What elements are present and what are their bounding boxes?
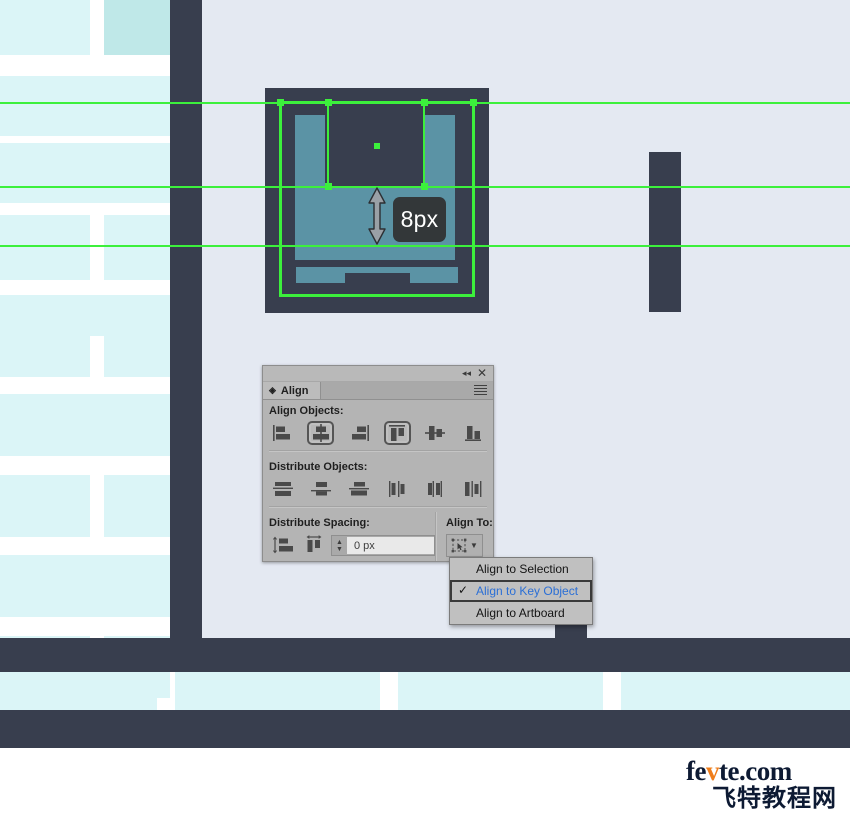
horizontal-distribute-space-button[interactable] [301,533,328,557]
align-to-label: Align To: [446,517,493,529]
wireframe-block [0,315,90,377]
selection-center-point[interactable] [374,143,380,149]
wireframe-block [0,143,170,203]
align-panel[interactable]: ◂◂ ✕ ◈ Align Align Objects: Distribute O… [262,365,494,562]
vertical-distribute-bottom-icon [348,482,369,496]
horizontal-distribute-right-button[interactable] [460,477,487,501]
measurement-badge: 8px [393,197,446,242]
tab-align[interactable]: ◈ Align [263,382,322,399]
wireframe-block [0,76,170,136]
wireframe-block [104,475,170,537]
chevron-down-icon[interactable]: ▼ [470,541,478,550]
horizontal-distribute-center-icon [428,481,443,497]
watermark-site-name: fevte.com [686,758,837,785]
horizontal-align-left-icon [272,425,290,441]
vertical-distribute-center-icon [310,482,331,496]
vertical-align-center-icon [425,426,446,440]
wireframe-block [104,315,170,377]
mock-content-column [649,152,681,312]
vertical-distribute-top-button[interactable] [269,477,296,501]
menu-item-align-to-key-object[interactable]: ✓ Align to Key Object [450,580,592,602]
horizontal-align-right-button[interactable] [345,421,372,445]
align-objects-label: Align Objects: [269,405,344,417]
selection-anchor[interactable] [325,183,332,190]
double-chevron-left-icon[interactable]: ◂◂ [462,368,471,379]
watermark-chinese-name: 飞特教程网 [712,784,837,812]
align-to-dropdown-button[interactable]: ▼ [446,534,483,557]
distribute-spacing-input[interactable]: 0 px [347,537,434,554]
horizontal-align-center-button[interactable] [307,421,335,445]
horizontal-distribute-space-icon [306,535,321,552]
mock-sidebar-column [170,0,202,665]
watermark-text-b: te.com [718,756,792,786]
wireframe-block [0,555,170,617]
selection-guide-left [327,101,329,189]
wireframe-block [0,672,157,710]
tab-align-label: Align [280,384,309,397]
wireframe-block [0,475,90,537]
horizontal-distribute-right-icon [465,481,482,497]
close-icon[interactable]: ✕ [477,366,487,380]
mock-footer-band [0,638,850,672]
distribute-spacing-field[interactable]: ▲ ▼ 0 px [331,535,435,556]
watermark: fevte.com 飞特教程网 [686,758,837,812]
horizontal-distribute-left-button[interactable] [384,477,411,501]
vertical-align-bottom-button[interactable] [460,421,487,445]
vertical-distribute-center-button[interactable] [307,477,334,501]
align-objects-buttons [269,421,487,445]
panel-menu-hamburger-icon[interactable] [474,385,487,397]
mock-bottom-band [0,710,850,748]
distribute-objects-label: Distribute Objects: [269,461,368,473]
horizontal-align-right-icon [351,425,369,441]
align-panel-titlebar: ◂◂ ✕ [263,366,493,382]
wireframe-block [0,215,90,280]
wireframe-block-accent [104,0,170,55]
menu-item-label: Align to Key Object [476,584,579,598]
selection-guide-right [423,101,425,189]
wireframe-block [104,215,170,280]
panel-divider [269,450,487,452]
selection-anchor[interactable] [470,99,477,106]
align-panel-tabrow: ◈ Align [263,382,493,400]
horizontal-distribute-center-button[interactable] [422,477,449,501]
selection-anchor[interactable] [421,183,428,190]
spinner-up-down-icon[interactable]: ▲ ▼ [332,537,347,554]
panel-divider-vertical [435,512,437,561]
checkmark-icon: ✓ [458,583,469,597]
vertical-align-top-button[interactable] [383,421,411,445]
menu-item-label: Align to Artboard [476,606,565,620]
vertical-align-bottom-icon [465,426,482,441]
vertical-align-center-button[interactable] [422,421,449,445]
align-to-key-object-icon [451,538,467,552]
vertical-distribute-top-icon [272,482,293,496]
vertical-distribute-space-icon [272,536,293,554]
selection-anchor[interactable] [421,99,428,106]
horizontal-align-center-icon [312,424,329,442]
illustrator-canvas: 8px ◂◂ ✕ ◈ Align Align Objects: Distribu… [0,0,850,820]
panel-diamond-icon: ◈ [269,385,276,395]
vertical-align-top-icon [389,425,406,441]
menu-item-align-to-selection[interactable]: Align to Selection [450,558,592,580]
align-to-menu[interactable]: Align to Selection ✓ Align to Key Object… [449,557,593,625]
watermark-text-v: v [705,756,720,786]
watermark-text-a: fe [686,756,706,786]
measurement-badge-label: 8px [400,206,439,232]
wireframe-block [0,394,170,456]
panel-divider [269,506,487,508]
distribute-spacing-label: Distribute Spacing: [269,517,370,529]
distribute-objects-buttons [269,477,487,501]
horizontal-align-left-button[interactable] [269,421,296,445]
vertical-distribute-bottom-button[interactable] [345,477,372,501]
menu-item-label: Align to Selection [476,562,569,576]
wireframe-block [621,672,850,710]
wireframe-block [0,0,90,55]
selection-anchor[interactable] [277,99,284,106]
measure-arrow [368,187,386,245]
menu-item-align-to-artboard[interactable]: Align to Artboard [450,602,592,624]
vertical-distribute-space-button[interactable] [270,533,297,557]
horizontal-distribute-left-icon [389,481,405,497]
wireframe-block [175,672,380,710]
selection-anchor[interactable] [325,99,332,106]
wireframe-block [398,672,603,710]
